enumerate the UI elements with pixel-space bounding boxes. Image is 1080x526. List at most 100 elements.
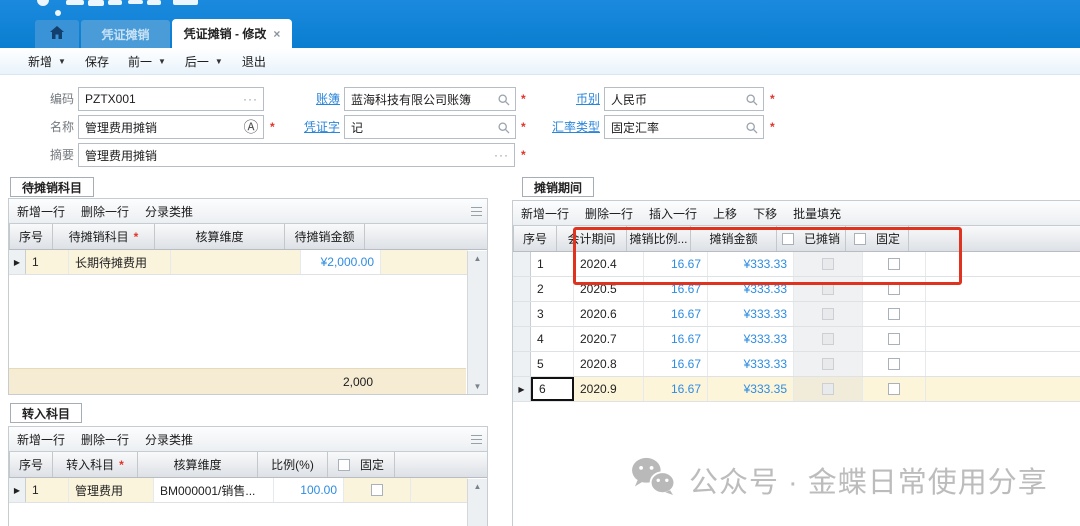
table-row[interactable]: 4 2020.7 16.67 ¥333.33 xyxy=(513,327,1080,352)
summary-field[interactable]: 管理费用摊销 ··· xyxy=(78,143,515,167)
cell-fixed[interactable] xyxy=(863,352,926,376)
search-icon[interactable] xyxy=(746,94,758,109)
col-transfer-subject[interactable]: 转入科目* xyxy=(53,452,138,477)
checkbox[interactable] xyxy=(888,358,900,370)
cell-amount[interactable]: ¥333.35 xyxy=(708,377,794,401)
cell-subject[interactable]: 长期待摊费用 xyxy=(69,250,171,274)
cell-empty[interactable] xyxy=(926,377,1080,401)
name-field[interactable]: 管理费用摊销 Ⓐ xyxy=(78,115,264,139)
move-up-button[interactable]: 上移 xyxy=(713,205,737,222)
cell-period[interactable]: 2020.9 xyxy=(574,377,644,401)
scroll-up-icon[interactable]: ▲ xyxy=(468,482,487,491)
cell-amount[interactable]: ¥333.33 xyxy=(708,277,794,301)
cell-ratio[interactable]: 16.67 xyxy=(644,352,708,376)
lookup-ellipsis-icon[interactable]: ··· xyxy=(494,148,509,162)
col-amortized[interactable]: 已摊销 xyxy=(777,226,846,251)
book-link[interactable]: 账簿 xyxy=(270,87,340,111)
search-icon[interactable] xyxy=(746,122,758,137)
table-row[interactable]: ▶ 1 长期待摊费用 ¥2,000.00 xyxy=(9,250,487,275)
transfer-subjects-panel-tab[interactable]: 转入科目 xyxy=(10,403,82,423)
chevron-down-icon[interactable]: ▼ xyxy=(58,57,66,66)
amortization-periods-panel-tab[interactable]: 摊销期间 xyxy=(522,177,594,197)
cell-fixed[interactable] xyxy=(863,277,926,301)
insert-row-button[interactable]: 插入一行 xyxy=(649,205,697,222)
move-down-button[interactable]: 下移 xyxy=(753,205,777,222)
cell-empty[interactable] xyxy=(926,252,1080,276)
col-seq[interactable]: 序号 xyxy=(514,226,557,251)
close-icon[interactable]: × xyxy=(273,27,280,41)
lookup-ellipsis-icon[interactable]: ··· xyxy=(243,92,258,106)
cell-seq[interactable]: 1 xyxy=(26,478,69,502)
cell-seq[interactable]: 4 xyxy=(531,327,574,351)
cell-ratio[interactable]: 16.67 xyxy=(644,327,708,351)
tab-home[interactable] xyxy=(35,20,79,48)
cell-subject[interactable]: 管理费用 xyxy=(69,478,154,502)
chevron-down-icon[interactable]: ▼ xyxy=(215,57,223,66)
cell-fixed[interactable] xyxy=(863,377,926,401)
checkbox[interactable] xyxy=(888,308,900,320)
table-row[interactable]: 5 2020.8 16.67 ¥333.33 xyxy=(513,352,1080,377)
scroll-down-icon[interactable]: ▼ xyxy=(468,382,487,391)
rate-type-field[interactable]: 固定汇率 xyxy=(604,115,764,139)
search-icon[interactable] xyxy=(498,94,510,109)
cell-ratio[interactable]: 16.67 xyxy=(644,252,708,276)
cell-seq[interactable]: 5 xyxy=(531,352,574,376)
currency-link[interactable]: 币别 xyxy=(530,87,600,111)
cell-dimension[interactable]: BM000001/销售... xyxy=(154,478,274,502)
entry-analogy-button[interactable]: 分录类推 xyxy=(145,431,193,448)
cell-amortized[interactable] xyxy=(794,302,863,326)
cell-period[interactable]: 2020.6 xyxy=(574,302,644,326)
table-row[interactable]: ▶ 1 管理费用 BM000001/销售... 100.00 xyxy=(9,478,487,503)
cell-seq[interactable]: 2 xyxy=(531,277,574,301)
checkbox[interactable] xyxy=(888,258,900,270)
delete-row-button[interactable]: 删除一行 xyxy=(81,203,129,220)
add-row-button[interactable]: 新增一行 xyxy=(17,431,65,448)
cell-seq[interactable]: 6 xyxy=(531,377,574,401)
checkbox[interactable] xyxy=(888,283,900,295)
cell-amortized[interactable] xyxy=(794,352,863,376)
cell-amortized[interactable] xyxy=(794,277,863,301)
scrollbar[interactable]: ▲ xyxy=(467,479,487,526)
cell-ratio[interactable]: 100.00 xyxy=(274,478,344,502)
table-row[interactable]: 2 2020.5 16.67 ¥333.33 xyxy=(513,277,1080,302)
col-pending-amount[interactable]: 待摊销金额 xyxy=(285,224,365,249)
cell-empty[interactable] xyxy=(926,302,1080,326)
cell-seq[interactable]: 1 xyxy=(26,250,69,274)
col-seq[interactable]: 序号 xyxy=(10,224,53,249)
cell-amount[interactable]: ¥333.33 xyxy=(708,327,794,351)
rate-type-link[interactable]: 汇率类型 xyxy=(530,115,600,139)
checkbox[interactable] xyxy=(854,233,866,245)
cell-period[interactable]: 2020.8 xyxy=(574,352,644,376)
cell-amount[interactable]: ¥2,000.00 xyxy=(301,250,381,274)
cell-ratio[interactable]: 16.67 xyxy=(644,377,708,401)
scroll-up-icon[interactable]: ▲ xyxy=(468,254,487,263)
cell-amortized[interactable] xyxy=(794,327,863,351)
checkbox[interactable] xyxy=(338,459,350,471)
search-icon[interactable] xyxy=(498,122,510,137)
voucher-word-field[interactable]: 记 xyxy=(344,115,516,139)
cell-fixed[interactable] xyxy=(863,252,926,276)
checkbox[interactable] xyxy=(888,383,900,395)
col-ratio[interactable]: 比例(%) xyxy=(258,452,328,477)
book-field[interactable]: 蓝海科技有限公司账簿 xyxy=(344,87,516,111)
cell-period[interactable]: 2020.4 xyxy=(574,252,644,276)
cell-empty[interactable] xyxy=(926,277,1080,301)
cell-amortized[interactable] xyxy=(794,377,863,401)
cell-fixed[interactable] xyxy=(344,478,411,502)
code-field[interactable]: PZTX001 ··· xyxy=(78,87,264,111)
cell-empty[interactable] xyxy=(411,478,468,502)
cell-ratio[interactable]: 16.67 xyxy=(644,302,708,326)
cell-period[interactable]: 2020.5 xyxy=(574,277,644,301)
tab-voucher-amortization[interactable]: 凭证摊销 xyxy=(81,20,170,48)
cell-empty[interactable] xyxy=(381,250,468,274)
currency-field[interactable]: 人民币 xyxy=(604,87,764,111)
save-button[interactable]: 保存 xyxy=(85,53,109,70)
table-row-selected[interactable]: ▶ 6 2020.9 16.67 ¥333.35 xyxy=(513,377,1080,402)
batch-fill-button[interactable]: 批量填充 xyxy=(793,205,841,222)
col-fixed[interactable]: 固定 xyxy=(328,452,395,477)
checkbox[interactable] xyxy=(371,484,383,496)
col-seq[interactable]: 序号 xyxy=(10,452,53,477)
next-button[interactable]: 后一▼ xyxy=(185,53,223,70)
assist-entry-icon[interactable]: Ⓐ xyxy=(243,120,259,136)
new-button[interactable]: 新增▼ xyxy=(28,53,66,70)
